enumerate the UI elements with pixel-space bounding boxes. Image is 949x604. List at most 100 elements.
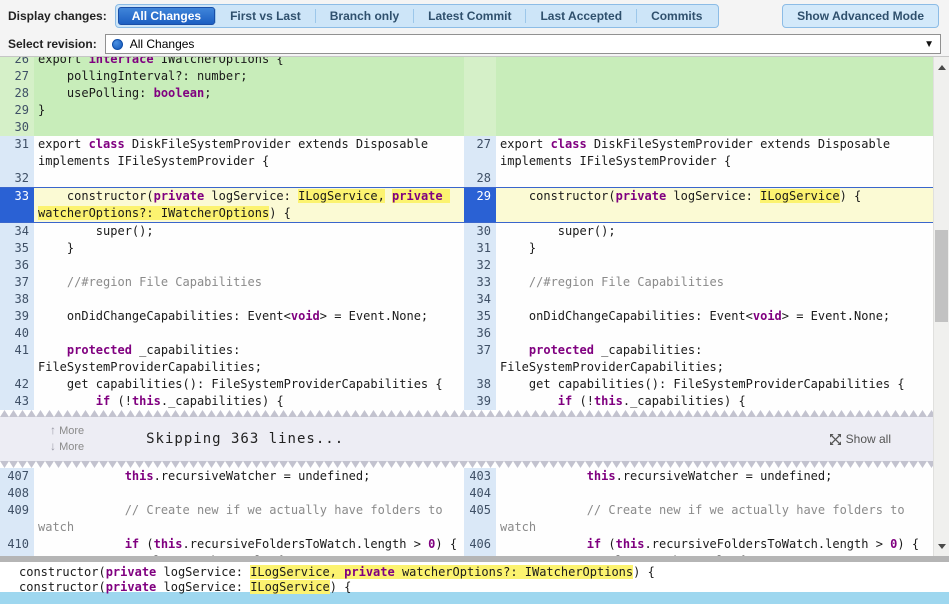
right-line-number[interactable]: 31: [464, 240, 496, 257]
torn-edge-bottom: [0, 461, 949, 468]
keyword-token: private: [615, 189, 667, 203]
left-line-number[interactable]: 39: [0, 308, 34, 325]
left-code-line: [34, 485, 464, 502]
diff-row: 40 36: [0, 325, 949, 342]
comment-token: //#region File Capabilities: [500, 275, 724, 289]
right-line-number[interactable]: 403: [464, 468, 496, 485]
left-line-number[interactable]: 28: [0, 85, 34, 102]
right-line-number[interactable]: [464, 85, 496, 102]
left-line-number[interactable]: 33: [0, 188, 34, 222]
left-line-number[interactable]: 37: [0, 274, 34, 291]
right-line-number[interactable]: 39: [464, 393, 496, 410]
right-line-number[interactable]: 407: [464, 553, 496, 556]
diff-view: 26 export interface IWatcherOptions { 27 …: [0, 57, 949, 556]
revision-dropdown[interactable]: All Changes ▼: [104, 34, 941, 54]
left-line-number[interactable]: 411: [0, 553, 34, 556]
mode-button-branch-only[interactable]: Branch only: [316, 7, 413, 25]
keyword-token: private: [105, 580, 157, 594]
code-token: .recursiveFoldersToWatch.length >: [644, 537, 891, 551]
right-line-number[interactable]: 34: [464, 291, 496, 308]
display-mode-button-group: All Changes First vs Last Branch only Lates…: [114, 4, 720, 28]
mode-button-all-changes[interactable]: All Changes: [117, 7, 216, 25]
more-down-link[interactable]: ↓ More: [50, 439, 84, 455]
left-line-number[interactable]: 43: [0, 393, 34, 410]
mode-button-first-vs-last[interactable]: First vs Last: [216, 7, 315, 25]
left-line-number[interactable]: 407: [0, 468, 34, 485]
show-advanced-mode-button[interactable]: Show Advanced Mode: [782, 4, 939, 28]
code-token: .recursiveWatcher = undefined;: [153, 469, 371, 483]
display-changes-toolbar: Display changes: All Changes First vs Las…: [0, 0, 949, 32]
right-line-number[interactable]: 36: [464, 325, 496, 342]
left-line-number[interactable]: 32: [0, 170, 34, 187]
right-line-number[interactable]: 404: [464, 485, 496, 502]
left-line-number[interactable]: 34: [0, 223, 34, 240]
right-code-line: if (this.recursiveFoldersToWatch.length …: [496, 536, 933, 553]
left-line-number[interactable]: 27: [0, 68, 34, 85]
keyword-token: protected: [528, 343, 594, 357]
left-line-number[interactable]: 38: [0, 291, 34, 308]
left-code-line: // Create new if we actually have folder…: [34, 502, 464, 536]
left-line-number[interactable]: 29: [0, 102, 34, 119]
code-token: constructor(: [38, 189, 154, 203]
expand-icon: [829, 433, 841, 445]
left-line-number[interactable]: 40: [0, 325, 34, 342]
left-line-number[interactable]: 30: [0, 119, 34, 136]
right-line-number[interactable]: 405: [464, 502, 496, 536]
mode-button-commits[interactable]: Commits: [637, 7, 716, 25]
right-line-number[interactable]: 38: [464, 376, 496, 393]
diff-top-block: 26 export interface IWatcherOptions { 27 …: [0, 57, 949, 410]
left-code-line: get capabilities(): FileSystemProviderCa…: [34, 376, 464, 393]
left-line-number[interactable]: 26: [0, 57, 34, 68]
diff-row: 28 usePolling: boolean;: [0, 85, 949, 102]
right-line-number[interactable]: 27: [464, 136, 496, 170]
scroll-down-button[interactable]: [934, 538, 949, 554]
mode-button-latest-commit[interactable]: Latest Commit: [414, 7, 525, 25]
right-line-number[interactable]: 30: [464, 223, 496, 240]
code-token: (: [139, 537, 154, 551]
left-line-number[interactable]: 42: [0, 376, 34, 393]
left-line-number[interactable]: 31: [0, 136, 34, 170]
keyword-token: protected: [66, 343, 132, 357]
right-code-line: [496, 68, 933, 85]
keyword-token: void: [290, 309, 320, 323]
right-code-line: if (!this._capabilities) {: [496, 393, 933, 410]
right-line-number[interactable]: 28: [464, 170, 496, 187]
code-token: ) {: [329, 580, 352, 594]
left-line-number[interactable]: 409: [0, 502, 34, 536]
right-line-number[interactable]: 29: [464, 188, 496, 222]
right-line-number[interactable]: [464, 102, 496, 119]
left-code-line: [34, 291, 464, 308]
right-line-number[interactable]: 32: [464, 257, 496, 274]
right-line-number[interactable]: 35: [464, 308, 496, 325]
keyword-token: if: [586, 537, 602, 551]
more-up-link[interactable]: ↑ More: [50, 423, 84, 439]
mode-button-last-accepted[interactable]: Last Accepted: [526, 7, 636, 25]
right-line-number[interactable]: 33: [464, 274, 496, 291]
scrollbar-thumb[interactable]: [935, 230, 948, 322]
vertical-scrollbar[interactable]: [933, 57, 949, 556]
code-token: ) {: [633, 565, 655, 579]
highlighted-token: watcherOptions?: IWatcherOptions: [394, 565, 634, 579]
left-line-number[interactable]: 408: [0, 485, 34, 502]
code-token: (!: [110, 394, 132, 408]
context-footer: constructor(private logService: ILogServ…: [0, 562, 949, 594]
left-line-number[interactable]: 36: [0, 257, 34, 274]
right-line-number[interactable]: 406: [464, 536, 496, 553]
right-line-number[interactable]: [464, 57, 496, 68]
left-line-number[interactable]: 410: [0, 536, 34, 553]
right-line-number[interactable]: [464, 119, 496, 136]
right-line-number[interactable]: [464, 68, 496, 85]
left-line-number[interactable]: 41: [0, 342, 34, 376]
revision-row: Select revision: All Changes ▼: [0, 32, 949, 57]
left-line-number[interactable]: 35: [0, 240, 34, 257]
code-token: logService:: [204, 189, 299, 203]
show-all-link[interactable]: Show all: [829, 432, 891, 446]
code-token: pollingInterval?: number;: [38, 69, 248, 83]
left-code-line: }: [34, 102, 464, 119]
diff-row: 27 pollingInterval?: number;: [0, 68, 949, 85]
right-line-number[interactable]: 37: [464, 342, 496, 376]
footer-context-line: constructor(private logService: ILogServ…: [19, 565, 949, 580]
scroll-up-button[interactable]: [934, 59, 949, 75]
display-changes-label: Display changes:: [8, 9, 107, 23]
